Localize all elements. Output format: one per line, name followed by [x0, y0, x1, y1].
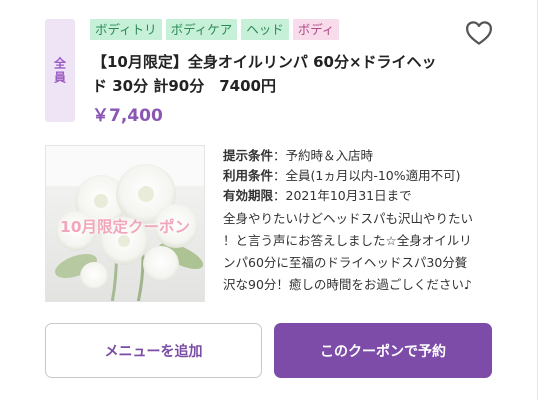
- reserve-with-coupon-button[interactable]: このクーポンで予約: [274, 323, 492, 378]
- tag-body-tori: ボディトリ: [90, 19, 162, 40]
- coupon-card: 全員 ボディトリ ボディケア ヘッド ボディ 【10月限定】全身オイルリンパ 6…: [0, 0, 540, 400]
- condition-value: ：全員(1ヵ月以内-10%適用不可): [273, 168, 461, 183]
- coupon-image-label: 10月限定クーポン: [59, 218, 191, 236]
- coupon-description: 全身やりたいけどヘッドスパも沢山やりたい ！と言う声にお答えしました☆全身オイル…: [223, 208, 498, 296]
- tag-body-care: ボディケア: [165, 19, 238, 40]
- add-menu-button[interactable]: メニューを追加: [45, 323, 262, 378]
- condition-usage: 利用条件：全員(1ヵ月以内-10%適用不可): [223, 166, 461, 186]
- target-badge-label: 全員: [52, 56, 67, 85]
- condition-presentation: 提示条件：予約時＆入店時: [223, 146, 461, 166]
- coupon-price: ￥7,400: [92, 106, 163, 126]
- coupon-title-line1: 【10月限定】全身オイルリンパ 60分×ドライヘッ: [92, 53, 437, 71]
- target-badge: 全員: [45, 19, 75, 122]
- condition-key: 利用条件: [223, 168, 274, 183]
- condition-value: ：2021年10月31日まで: [273, 188, 412, 203]
- coupon-conditions: 提示条件：予約時＆入店時 利用条件：全員(1ヵ月以内-10%適用不可) 有効期限…: [223, 146, 461, 206]
- coupon-title-line2: ド 30分 計90分 7400円: [92, 77, 276, 95]
- description-line: 全身やりたいけどヘッドスパも沢山やりたい: [223, 211, 474, 226]
- condition-key: 提示条件: [223, 148, 274, 163]
- description-line: 沢な90分！癒しの時間をお過ごしください♪: [223, 277, 472, 292]
- tag-head: ヘッド: [241, 19, 289, 40]
- condition-expiry: 有効期限：2021年10月31日まで: [223, 186, 461, 206]
- condition-key: 有効期限: [223, 188, 274, 203]
- description-line: ！と言う声にお答えしました☆全身オイルリ: [223, 233, 472, 248]
- category-tags: ボディトリ ボディケア ヘッド ボディ: [90, 19, 340, 40]
- tag-body: ボディ: [292, 19, 340, 40]
- favorite-heart-icon[interactable]: [464, 18, 494, 48]
- condition-value: ：予約時＆入店時: [273, 148, 374, 163]
- coupon-image: 10月限定クーポン: [45, 145, 205, 302]
- description-line: ンパ60分に至福のドライヘッドスパ30分贅: [223, 255, 468, 270]
- coupon-title: 【10月限定】全身オイルリンパ 60分×ドライヘッ ド 30分 計90分 740…: [92, 50, 452, 98]
